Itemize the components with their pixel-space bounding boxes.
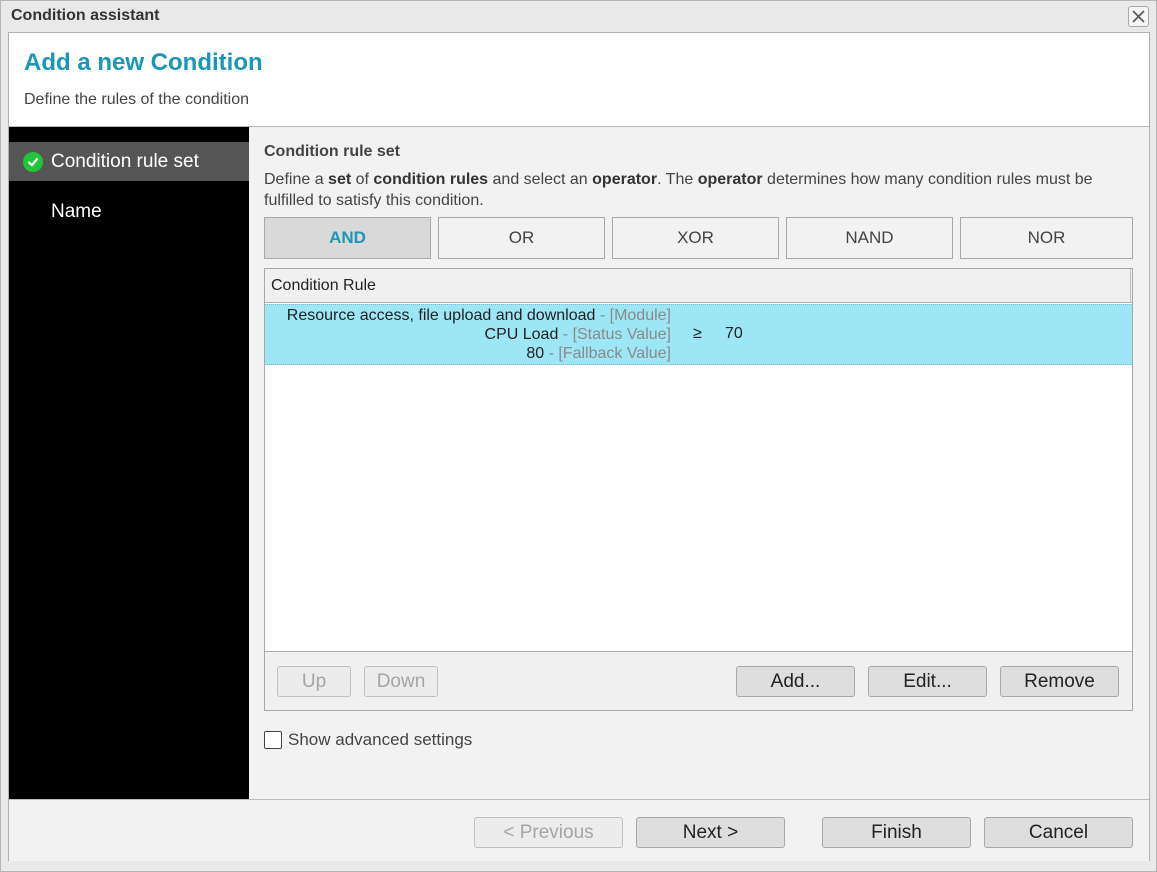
edit-rule-button[interactable]: Edit... bbox=[868, 666, 987, 697]
table-actions-bar: Up Down Add... Edit... Remove bbox=[264, 651, 1133, 711]
step-content: Condition rule set Define a set of condi… bbox=[249, 127, 1149, 799]
window-title: Condition assistant bbox=[11, 7, 160, 24]
wizard-footer: < Previous Next > Finish Cancel bbox=[9, 799, 1149, 861]
previous-button[interactable]: < Previous bbox=[474, 817, 623, 848]
rule-module: Resource access, file upload and downloa… bbox=[286, 307, 671, 324]
table-header: Condition Rule bbox=[265, 269, 1132, 303]
section-description: Define a set of condition rules and sele… bbox=[264, 171, 1093, 209]
remove-rule-button[interactable]: Remove bbox=[1000, 666, 1119, 697]
rule-operator: ≥ bbox=[693, 325, 702, 342]
close-x-icon bbox=[1132, 10, 1145, 23]
condition-assistant-window: Condition assistant Add a new Condition … bbox=[0, 0, 1157, 872]
rule-fallback-value: 80 - [Fallback Value] bbox=[526, 345, 671, 362]
finish-button[interactable]: Finish bbox=[822, 817, 971, 848]
wizard-header: Add a new Condition Define the rules of … bbox=[9, 33, 1149, 127]
operator-nor-button[interactable]: NOR bbox=[960, 217, 1133, 259]
section-title: Condition rule set bbox=[264, 143, 400, 160]
sidebar-item-label: Name bbox=[51, 200, 102, 222]
table-row[interactable]: Resource access, file upload and downloa… bbox=[265, 304, 1132, 365]
move-up-button[interactable]: Up bbox=[277, 666, 351, 697]
condition-rules-table: Condition Rule Resource access, file upl… bbox=[264, 268, 1133, 711]
operator-or-button[interactable]: OR bbox=[438, 217, 605, 259]
operator-and-button[interactable]: AND bbox=[264, 217, 431, 259]
column-resize-handle[interactable] bbox=[1130, 269, 1131, 302]
rule-status-value: CPU Load - [Status Value] bbox=[484, 326, 671, 343]
next-button[interactable]: Next > bbox=[636, 817, 785, 848]
sidebar-item-name[interactable]: Name bbox=[9, 192, 249, 231]
show-advanced-settings-checkbox-row[interactable]: Show advanced settings bbox=[264, 730, 472, 750]
operator-xor-button[interactable]: XOR bbox=[612, 217, 779, 259]
move-down-button[interactable]: Down bbox=[364, 666, 438, 697]
rule-threshold: 70 bbox=[725, 325, 743, 342]
check-circle-icon bbox=[23, 151, 43, 172]
dialog-body: Add a new Condition Define the rules of … bbox=[8, 32, 1150, 861]
page-subtitle: Define the rules of the condition bbox=[24, 91, 250, 108]
sidebar-item-condition-rule-set[interactable]: Condition rule set bbox=[9, 142, 249, 181]
column-header-condition-rule[interactable]: Condition Rule bbox=[271, 277, 376, 295]
sidebar-item-label: Condition rule set bbox=[51, 150, 199, 172]
cancel-button[interactable]: Cancel bbox=[984, 817, 1133, 848]
add-rule-button[interactable]: Add... bbox=[736, 666, 855, 697]
page-title: Add a new Condition bbox=[24, 49, 263, 76]
operator-nand-button[interactable]: NAND bbox=[786, 217, 953, 259]
close-button[interactable] bbox=[1128, 6, 1149, 27]
title-bar: Condition assistant bbox=[1, 1, 1156, 32]
show-advanced-settings-label[interactable]: Show advanced settings bbox=[288, 730, 472, 750]
show-advanced-settings-checkbox[interactable] bbox=[264, 731, 282, 749]
wizard-steps-sidebar: Condition rule set Name bbox=[9, 127, 249, 799]
